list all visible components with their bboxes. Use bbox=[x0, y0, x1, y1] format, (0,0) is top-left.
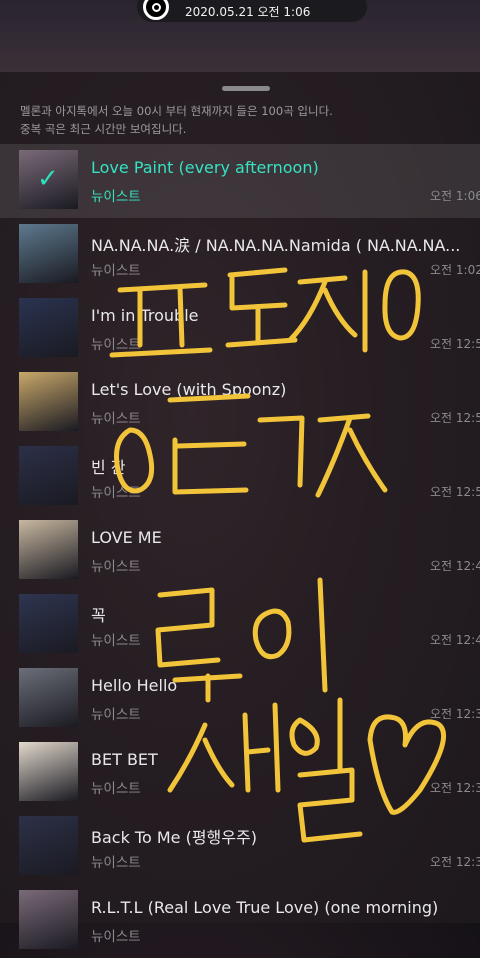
track-played-time: 오전 12:38 bbox=[430, 707, 480, 721]
track-played-time: 오전 12:35 bbox=[430, 781, 480, 795]
track-row[interactable]: 빈 잔뉴이스트 오전 12:52 bbox=[0, 440, 480, 514]
track-played-time: 오전 12:56 bbox=[430, 411, 480, 425]
track-row[interactable]: R.L.T.L (Real Love True Love) (one morni… bbox=[0, 884, 480, 958]
album-art bbox=[19, 816, 78, 875]
track-artist: 뉴이스트 bbox=[91, 633, 141, 649]
track-row[interactable]: 꼭뉴이스트 오전 12:42 bbox=[0, 588, 480, 662]
record-icon bbox=[143, 0, 169, 20]
track-artist: 뉴이스트 bbox=[91, 263, 141, 279]
track-played-time: 오전 12:59 bbox=[430, 337, 480, 351]
now-playing-check-icon: ✓ bbox=[37, 164, 59, 194]
track-artist: 뉴이스트 bbox=[91, 781, 141, 797]
album-art bbox=[19, 224, 78, 283]
history-notice: 멜론과 아지톡에서 오늘 00시 부터 현재까지 들은 100곡 입니다. 중복… bbox=[20, 102, 333, 138]
track-played-time: 오전 12:49 bbox=[430, 559, 480, 573]
track-played-time: 오전 12:32 bbox=[430, 855, 480, 869]
track-played-time: 오전 12:52 bbox=[430, 485, 480, 499]
recent-tracks-sheet: 멜론과 아지톡에서 오늘 00시 부터 현재까지 들은 100곡 입니다. 중복… bbox=[0, 72, 480, 949]
album-art bbox=[19, 742, 78, 801]
album-art bbox=[19, 668, 78, 727]
track-title: BET BET bbox=[91, 750, 158, 769]
track-artist: 뉴이스트 bbox=[91, 855, 141, 871]
track-artist: 뉴이스트 bbox=[91, 189, 141, 205]
track-artist: 뉴이스트 bbox=[91, 559, 141, 575]
track-title: Love Paint (every afternoon) bbox=[91, 158, 319, 177]
track-row[interactable]: I'm in Trouble 뉴이스트 오전 12:59 bbox=[0, 292, 480, 366]
notice-line-1: 멜론과 아지톡에서 오늘 00시 부터 현재까지 들은 100곡 입니다. bbox=[20, 104, 333, 118]
track-title: Back To Me (평행우주) bbox=[91, 828, 257, 847]
notice-line-2: 중복 곡은 최근 시간만 보여집니다. bbox=[20, 122, 187, 136]
track-title: R.L.T.L (Real Love True Love) (one morni… bbox=[91, 898, 439, 917]
track-row[interactable]: BET BET 뉴이스트 오전 12:35 bbox=[0, 736, 480, 810]
status-area-background: 2020.05.21 오전 1:06 bbox=[0, 0, 480, 72]
track-artist: 뉴이스트 bbox=[91, 485, 141, 501]
track-row[interactable]: NA.NA.NA.涙 / NA.NA.NA.Namida ( NA.NA.NA.… bbox=[0, 218, 480, 292]
track-row[interactable]: Back To Me (평행우주) 뉴이스트 오전 12:32 bbox=[0, 810, 480, 884]
album-art: ✓ bbox=[19, 150, 78, 209]
album-art bbox=[19, 520, 78, 579]
track-title: Let's Love (with Spoonz) bbox=[91, 380, 287, 399]
track-row[interactable]: Let's Love (with Spoonz) 뉴이스트 오전 12:56 bbox=[0, 366, 480, 440]
track-title: 빈 잔 bbox=[91, 458, 126, 477]
track-played-time: 오전 12:42 bbox=[430, 633, 480, 647]
track-title: NA.NA.NA.涙 / NA.NA.NA.Namida ( NA.NA.NA.… bbox=[91, 236, 461, 255]
track-artist: 뉴이스트 bbox=[91, 337, 141, 353]
screen-recorder-pill[interactable]: 2020.05.21 오전 1:06 bbox=[137, 0, 367, 22]
track-played-time: 오전 1:06 bbox=[430, 189, 480, 203]
track-row[interactable]: LOVE ME 뉴이스트 오전 12:49 bbox=[0, 514, 480, 588]
track-artist: 뉴이스트 bbox=[91, 411, 141, 427]
track-title: 꼭 bbox=[91, 606, 106, 625]
album-art bbox=[19, 890, 78, 949]
status-datetime: 2020.05.21 오전 1:06 bbox=[185, 4, 311, 19]
track-title: Hello Hello bbox=[91, 676, 178, 695]
album-art bbox=[19, 594, 78, 653]
track-title: I'm in Trouble bbox=[91, 306, 199, 325]
album-art bbox=[19, 298, 78, 357]
track-artist: 뉴이스트 bbox=[91, 929, 141, 945]
track-row[interactable]: Hello Hello 뉴이스트 오전 12:38 bbox=[0, 662, 480, 736]
track-list: ✓ Love Paint (every afternoon) 뉴이스트 오전 1:06… bbox=[0, 144, 480, 958]
album-art bbox=[19, 446, 78, 505]
album-art bbox=[19, 372, 78, 431]
track-row[interactable]: ✓ Love Paint (every afternoon) 뉴이스트 오전 1:06 bbox=[0, 144, 480, 218]
track-played-time: 오전 1:02 bbox=[430, 263, 480, 277]
sheet-drag-handle[interactable] bbox=[222, 86, 270, 91]
track-artist: 뉴이스트 bbox=[91, 707, 141, 723]
track-title: LOVE ME bbox=[91, 528, 162, 547]
